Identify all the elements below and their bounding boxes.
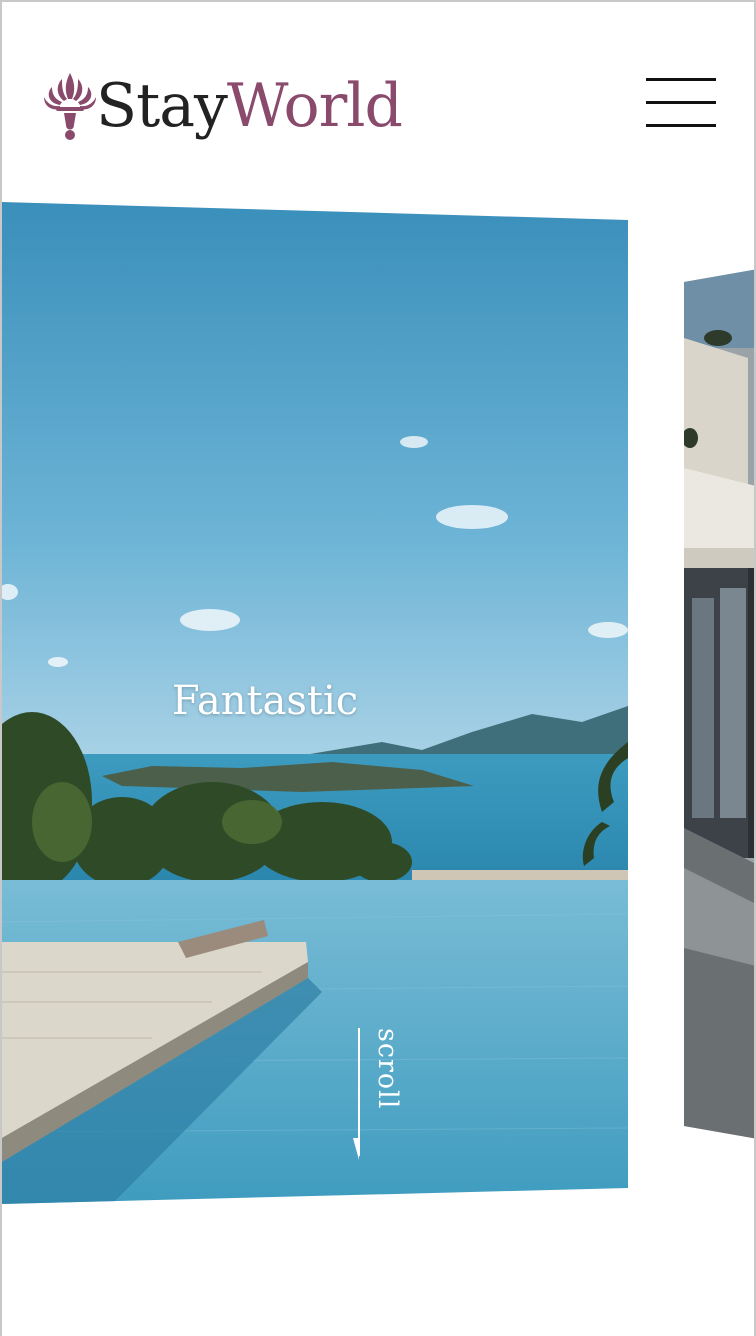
hamburger-menu-icon[interactable] bbox=[646, 78, 716, 128]
next-slide-preview[interactable] bbox=[684, 268, 754, 1140]
menu-bar bbox=[646, 101, 716, 104]
arrow-down-icon bbox=[353, 1138, 359, 1160]
site-logo[interactable]: StayWorld bbox=[42, 66, 403, 146]
logo-text-stay: Stay bbox=[96, 71, 228, 141]
hero-caption: Fantastic bbox=[171, 678, 359, 724]
scroll-label: scroll bbox=[372, 1028, 403, 1110]
menu-bar bbox=[646, 124, 716, 127]
page: StayWorld Fantastic scroll bbox=[0, 0, 756, 1336]
next-slide-image bbox=[684, 268, 754, 1140]
hero-slide[interactable]: Fantastic scroll bbox=[2, 202, 628, 1204]
menu-bar bbox=[646, 78, 716, 81]
scroll-line bbox=[358, 1028, 360, 1156]
fleur-ornament-icon bbox=[44, 73, 96, 140]
logo-text-world: World bbox=[226, 71, 403, 141]
scroll-indicator[interactable]: scroll bbox=[352, 1028, 412, 1168]
